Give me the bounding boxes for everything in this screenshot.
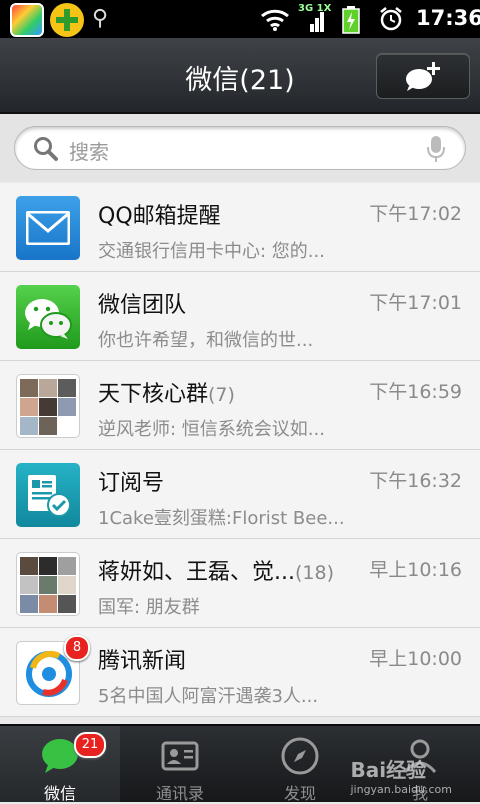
chat-name: 蒋妍如、王磊、觉...(18): [98, 560, 334, 585]
chat-name: 微信团队: [98, 293, 187, 318]
unread-badge: 8: [64, 635, 90, 661]
search-placeholder: 搜索: [69, 140, 109, 164]
tab-chats[interactable]: 21 微信: [0, 726, 120, 803]
status-bar: ⚲ 3G 1X 17:36: [0, 0, 480, 38]
chat-list: QQ邮箱提醒 下午17:02 交通银行信用卡中心: 您的... 微信团队 下午1…: [0, 183, 480, 717]
alarm-icon: [380, 7, 402, 31]
chat-time: 早上10:16: [369, 559, 462, 581]
new-chat-button[interactable]: [376, 53, 470, 99]
search-icon: [34, 137, 58, 161]
compass-icon: [281, 737, 319, 775]
chat-row[interactable]: QQ邮箱提醒 下午17:02 交通银行信用卡中心: 您的...: [0, 183, 480, 272]
group-avatar: [16, 552, 80, 616]
tab-label: 发现: [283, 784, 316, 803]
search-bar: 搜索: [0, 114, 480, 182]
signal-icon: [310, 12, 324, 32]
bottom-tab-bar: 21 微信 通讯录 发现 我 Bai经验 jingyan.baidu.com: [0, 724, 480, 803]
plus-app-icon: [50, 3, 84, 37]
chat-name: 腾讯新闻: [98, 649, 187, 674]
chat-name: 订阅号: [98, 471, 165, 496]
microphone-icon[interactable]: [427, 135, 445, 163]
tab-discover[interactable]: 发现: [240, 726, 360, 803]
chat-time: 早上10:00: [369, 648, 462, 670]
app-store-icon: [10, 3, 44, 37]
baidu-jingyan-watermark: Bai经验 jingyan.baidu.com: [350, 758, 452, 796]
group-avatar: [16, 374, 80, 438]
chat-row[interactable]: 天下核心群(7) 下午16:59 逆风老师: 恒信系统会议如...: [0, 361, 480, 450]
chat-time: 下午16:59: [369, 381, 462, 403]
subscription-icon: [16, 463, 80, 527]
chat-preview: 国军: 朋友群: [98, 597, 200, 618]
chat-name: QQ邮箱提醒: [98, 204, 221, 229]
chat-preview: 5名中国人阿富汗遇袭3人...: [98, 686, 319, 707]
chat-preview: 你也许希望，和微信的世...: [98, 330, 314, 351]
chat-row[interactable]: 订阅号 下午16:32 1Cake壹刻蛋糕:Florist Bee...: [0, 450, 480, 539]
mail-icon: [16, 196, 80, 260]
wechat-logo-icon: [16, 285, 80, 349]
tab-label: 通讯录: [155, 784, 204, 803]
chat-time: 下午17:02: [369, 203, 462, 225]
chat-preview: 逆风老师: 恒信系统会议如...: [98, 419, 325, 440]
chat-time: 下午16:32: [369, 470, 462, 492]
title-bar: 微信(21): [0, 38, 480, 114]
chat-time: 下午17:01: [369, 292, 462, 314]
battery-charging-icon: [342, 6, 360, 34]
tab-label: 微信: [43, 784, 76, 803]
clock: 17:36: [416, 6, 480, 30]
search-input[interactable]: 搜索: [14, 126, 466, 170]
contacts-card-icon: [161, 741, 199, 771]
chat-name: 天下核心群(7): [98, 382, 235, 407]
chat-row[interactable]: 蒋妍如、王磊、觉...(18) 早上10:16 国军: 朋友群: [0, 539, 480, 628]
chat-preview: 1Cake壹刻蛋糕:Florist Bee...: [98, 508, 345, 529]
chat-row[interactable]: 微信团队 下午17:01 你也许希望，和微信的世...: [0, 272, 480, 361]
new-chat-icon: [406, 62, 440, 91]
chat-preview: 交通银行信用卡中心: 您的...: [98, 241, 325, 262]
wifi-icon: [261, 9, 289, 31]
usb-icon: ⚲: [92, 6, 109, 31]
tab-contacts[interactable]: 通讯录: [120, 726, 240, 803]
unread-badge: 21: [74, 732, 106, 758]
chat-row[interactable]: 8 腾讯新闻 早上10:00 5名中国人阿富汗遇袭3人...: [0, 628, 480, 717]
